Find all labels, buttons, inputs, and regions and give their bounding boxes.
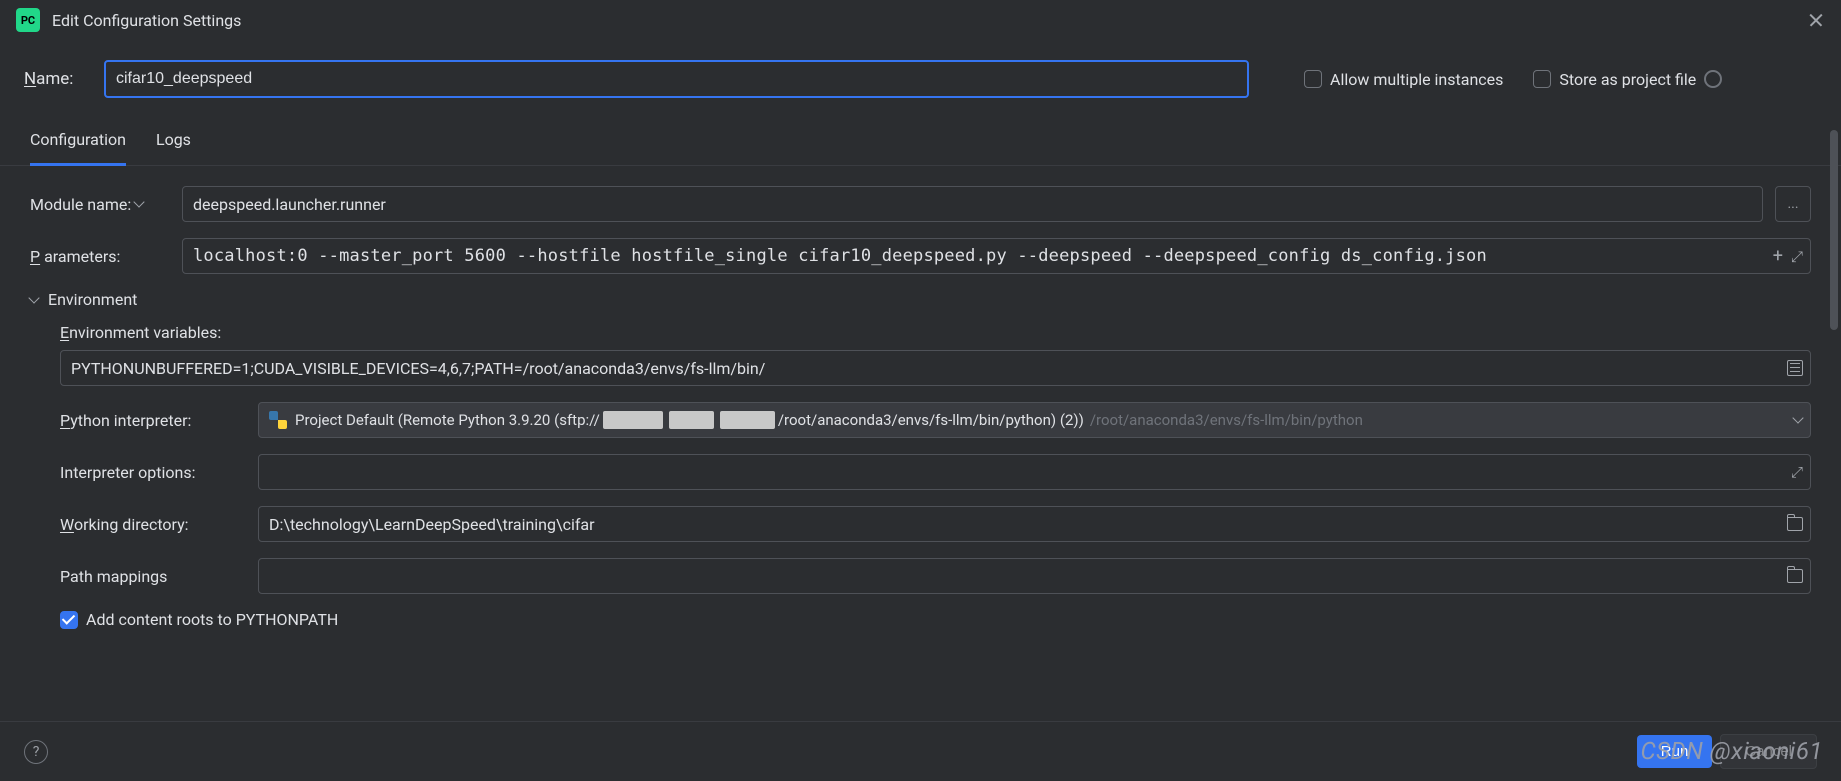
name-label: Name: bbox=[24, 69, 84, 89]
chevron-down-icon bbox=[1792, 412, 1803, 423]
working-dir-input[interactable] bbox=[258, 506, 1811, 542]
environment-section-header[interactable]: Environment bbox=[30, 290, 1811, 309]
run-button[interactable]: Run bbox=[1637, 735, 1713, 768]
checkbox-icon bbox=[1533, 70, 1551, 88]
expand-icon[interactable]: ⤢ bbox=[1791, 463, 1803, 481]
parameters-input[interactable] bbox=[182, 238, 1811, 274]
content-panel: Module name: ... Parameters: + ⤢ Environ… bbox=[0, 166, 1841, 726]
tabs: Configuration Logs bbox=[0, 108, 1841, 166]
name-row: Name: Allow multiple instances Store as … bbox=[0, 40, 1841, 108]
plus-icon[interactable]: + bbox=[1773, 246, 1783, 267]
path-mappings-label: Path mappings bbox=[60, 567, 246, 586]
redacted bbox=[720, 411, 775, 429]
chevron-down-icon bbox=[28, 292, 39, 303]
cancel-button[interactable]: Cancel bbox=[1720, 734, 1817, 769]
scrollbar[interactable] bbox=[1828, 130, 1838, 711]
interpreter-select[interactable]: Project Default (Remote Python 3.9.20 (s… bbox=[258, 402, 1811, 438]
chevron-down-icon bbox=[134, 196, 145, 207]
interpreter-label: Python interpreter: bbox=[60, 411, 246, 430]
tab-configuration[interactable]: Configuration bbox=[30, 120, 126, 166]
add-content-roots-checkbox[interactable]: Add content roots to PYTHONPATH bbox=[60, 610, 338, 629]
module-name-input[interactable] bbox=[182, 186, 1763, 222]
folder-icon[interactable] bbox=[1787, 517, 1803, 531]
env-vars-input[interactable] bbox=[60, 350, 1811, 386]
folder-icon[interactable] bbox=[1787, 569, 1803, 583]
interp-options-label: Interpreter options: bbox=[60, 463, 246, 482]
python-icon bbox=[269, 411, 287, 429]
store-as-project-file-checkbox[interactable]: Store as project file bbox=[1533, 70, 1722, 89]
checkbox-icon bbox=[1304, 70, 1322, 88]
interp-options-input[interactable] bbox=[258, 454, 1811, 490]
working-dir-label: Working directory: bbox=[60, 515, 246, 534]
module-name-label[interactable]: Module name: bbox=[30, 195, 170, 214]
tab-logs[interactable]: Logs bbox=[156, 120, 191, 165]
name-input[interactable] bbox=[104, 60, 1249, 98]
bottom-bar: ? Run Cancel bbox=[0, 721, 1841, 781]
expand-icon[interactable]: ⤢ bbox=[1791, 247, 1803, 265]
dialog-title: Edit Configuration Settings bbox=[52, 11, 241, 30]
title-bar: PC Edit Configuration Settings bbox=[0, 0, 1841, 40]
gear-icon[interactable] bbox=[1704, 70, 1722, 88]
redacted bbox=[669, 411, 714, 429]
checkbox-checked-icon bbox=[60, 611, 78, 629]
path-mappings-input[interactable] bbox=[258, 558, 1811, 594]
redacted bbox=[603, 411, 663, 429]
pycharm-icon: PC bbox=[16, 8, 40, 32]
allow-multiple-instances-checkbox[interactable]: Allow multiple instances bbox=[1304, 70, 1503, 89]
list-icon[interactable] bbox=[1787, 360, 1803, 376]
scrollbar-thumb[interactable] bbox=[1830, 130, 1838, 330]
browse-button[interactable]: ... bbox=[1775, 186, 1811, 222]
env-vars-label: Environment variables: bbox=[60, 323, 1811, 342]
help-button[interactable]: ? bbox=[24, 740, 48, 764]
close-icon[interactable] bbox=[1807, 11, 1825, 29]
parameters-label: Parameters: bbox=[30, 247, 170, 266]
